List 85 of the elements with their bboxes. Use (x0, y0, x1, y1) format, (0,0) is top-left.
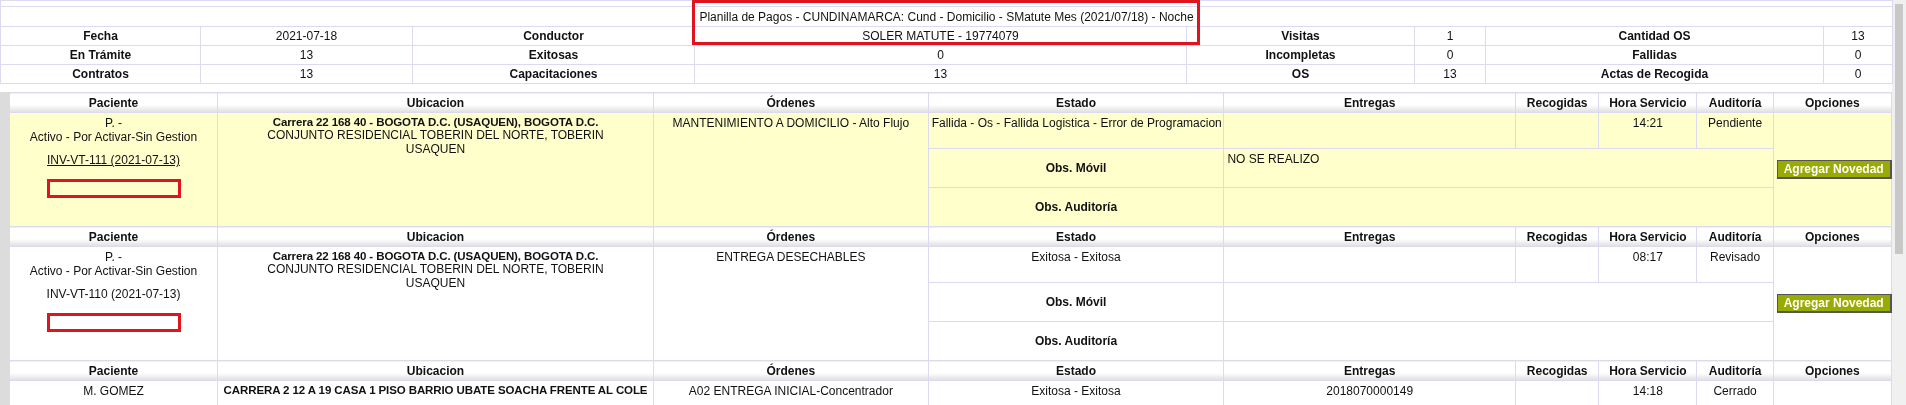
column-header: Entregas (1344, 363, 1396, 378)
service-time: 14:21 (1632, 116, 1663, 130)
summary-value: 13 (299, 67, 314, 81)
summary-value: 13 (1851, 29, 1865, 43)
obs-label: Obs. Móvil (1045, 161, 1107, 175)
column-header: Estado (1056, 363, 1097, 378)
column-header: Paciente (88, 363, 139, 378)
address-text: CARRERA 2 12 A 19 CASA 1 PISO BARRIO UBATE SOACHA FRENTE AL COLE (222, 384, 649, 396)
summary-value: 13 (299, 48, 314, 62)
order-text: ENTREGA DESECHABLES (716, 250, 866, 264)
column-header: Recogidas (1526, 229, 1588, 244)
summary-value: 0 (1446, 48, 1454, 62)
column-header: Entregas (1344, 95, 1396, 110)
document-text: INV-VT-110 (2021-07-13) (46, 287, 181, 301)
patient-status: Activo - Por Activar-Sin Gestion (28, 130, 199, 144)
patient-status: Activo - Por Activar-Sin Gestion (28, 264, 199, 278)
obs-label: Obs. Auditoría (1034, 200, 1118, 214)
summary-label: En Trámite (69, 48, 132, 62)
column-header: Auditoría (1708, 95, 1762, 110)
patient-name: P. - (103, 116, 124, 130)
service-time: 14:18 (1632, 384, 1663, 398)
summary-value: 0 (1854, 67, 1862, 81)
summary-label: Conductor (523, 29, 584, 43)
column-header: Órdenes (766, 95, 816, 110)
summary-label: Visitas (1281, 29, 1320, 43)
document-link[interactable]: INV-VT-111 (2021-07-13) (47, 153, 180, 167)
patient-name: P. - (103, 250, 124, 264)
address-detail: CONJUNTO RESIDENCIAL TOBERIN DEL NORTE, TOBERIN USAQUEN (266, 262, 605, 290)
summary-value: 13 (933, 67, 948, 81)
column-header: Hora Servicio (1609, 229, 1687, 244)
column-header: Hora Servicio (1609, 95, 1687, 110)
address-detail: CONJUNTO RESIDENCIAL TOBERIN DEL NORTE, TOBERIN USAQUEN (266, 128, 605, 156)
status-text: Exitosa - Exitosa (1031, 384, 1121, 398)
column-header: Opciones (1804, 95, 1860, 110)
summary-label: Exitosas (528, 48, 579, 62)
summary-value: 1 (1446, 29, 1454, 43)
column-header: Órdenes (766, 363, 816, 378)
address-text: Carrera 22 168 40 - BOGOTA D.C. (USAQUEN), BOGOTA D.C. (271, 250, 600, 262)
summary-label: OS (1291, 67, 1310, 81)
scrollbar[interactable] (1892, 0, 1906, 405)
summary-label: Cantidad OS (1618, 29, 1691, 43)
column-header: Ubicacion (406, 95, 465, 110)
service-time: 08:17 (1632, 250, 1663, 264)
column-header: Recogidas (1526, 363, 1588, 378)
order-text: A02 ENTREGA INICIAL-Concentrador (688, 384, 893, 398)
order-text: MANTENIMIENTO A DOMICILIO - Alto Flujo (672, 116, 910, 130)
summary-label: Fallidas (1632, 48, 1677, 62)
address-text: Carrera 22 168 40 - BOGOTA D.C. (USAQUEN), BOGOTA D.C. (271, 116, 600, 128)
audit-status: Cerrado (1713, 384, 1757, 398)
add-note-button[interactable]: Agregar Novedad (1776, 160, 1892, 179)
column-header: Paciente (88, 229, 139, 244)
report-title: Planilla de Pagos - CUNDINAMARCA: Cund - Domicilio - SMatute Mes (2021/07/18) - Noche (699, 9, 1194, 24)
column-header: Auditoría (1708, 229, 1762, 244)
summary-value: 0 (937, 48, 944, 62)
summary-label: Actas de Recogida (1600, 67, 1709, 81)
column-header: Opciones (1804, 229, 1860, 244)
summary-value: 0 (1854, 48, 1862, 62)
summary-label: Fecha (83, 29, 118, 43)
column-header: Órdenes (766, 229, 816, 244)
column-header: Recogidas (1526, 95, 1588, 110)
audit-status: Pendiente (1708, 116, 1763, 130)
summary-value: SOLER MATUTE - 19774079 (862, 29, 1019, 43)
summary-label: Capacitaciones (509, 67, 598, 81)
add-note-button[interactable]: Agregar Novedad (1776, 294, 1892, 313)
summary-label: Contratos (72, 67, 129, 81)
column-header: Paciente (88, 95, 139, 110)
status-text: Exitosa - Exitosa (1031, 250, 1121, 264)
summary-value: 2021-07-18 (275, 29, 338, 43)
delivery-number: 2018070000149 (1326, 384, 1414, 398)
column-header: Estado (1056, 95, 1097, 110)
summary-label: Incompletas (1265, 48, 1336, 62)
summary-value: 13 (1443, 67, 1457, 81)
patient-name: M. GOMEZ (82, 384, 145, 398)
obs-label: Obs. Auditoría (1034, 334, 1118, 348)
status-text: Fallida - Os - Fallida Logistica - Error de Programacion (931, 116, 1222, 130)
obs-label: Obs. Móvil (1045, 295, 1107, 309)
column-header: Opciones (1804, 363, 1860, 378)
column-header: Entregas (1344, 229, 1396, 244)
column-header: Ubicacion (406, 229, 465, 244)
column-header: Hora Servicio (1609, 363, 1687, 378)
audit-status: Revisado (1710, 250, 1761, 264)
obs-text: NO SE REALIZO (1227, 152, 1320, 166)
column-header: Auditoría (1708, 363, 1762, 378)
column-header: Ubicacion (406, 363, 465, 378)
column-header: Estado (1056, 229, 1097, 244)
